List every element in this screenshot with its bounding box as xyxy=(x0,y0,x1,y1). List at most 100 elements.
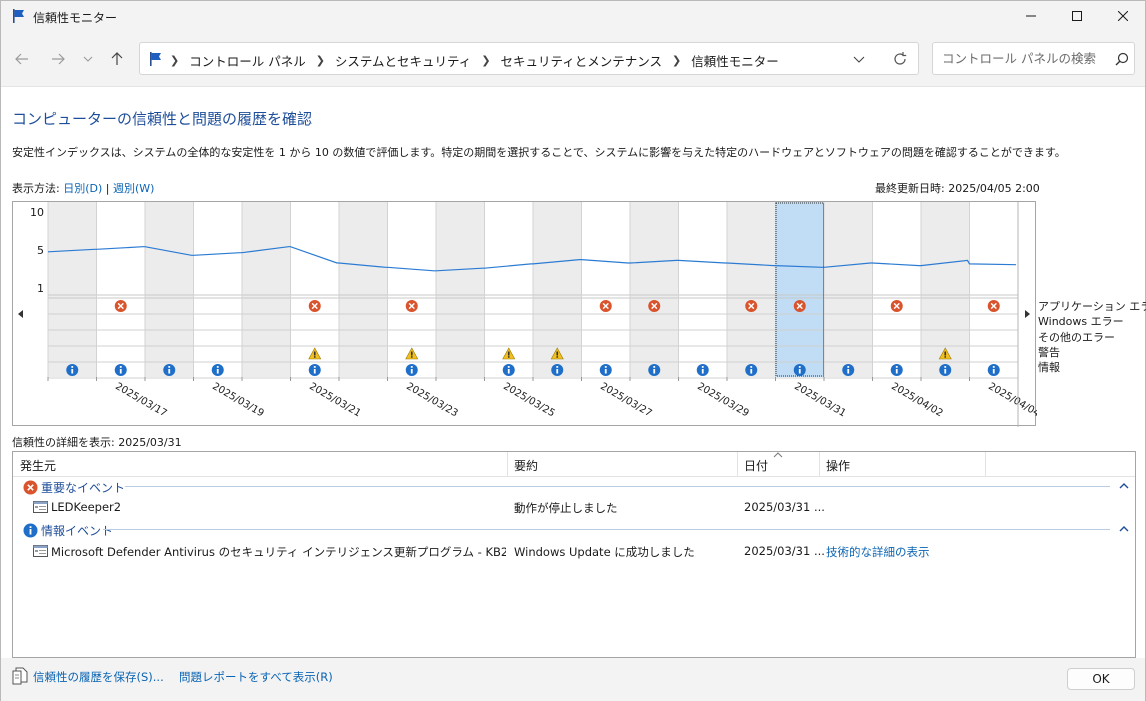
search-icon[interactable] xyxy=(1115,52,1129,66)
column-action[interactable]: 操作 xyxy=(826,457,850,474)
info-icon-mark xyxy=(313,369,316,374)
arrow-left-icon xyxy=(15,53,28,65)
info-icon-mark xyxy=(556,369,559,374)
view-weekly-link[interactable]: 週別(W) xyxy=(113,182,154,195)
title-bar: 信頼性モニター xyxy=(1,1,1145,31)
info-icon-mark xyxy=(119,366,122,368)
x-date-label: 2025/03/29 xyxy=(695,381,750,419)
info-icon-mark xyxy=(604,369,607,374)
reliability-chart-svg: 10 5 1 2025/03/17 2025/03/19 2025/03/21 2025/0… xyxy=(18,202,1037,427)
address-dropdown-icon[interactable] xyxy=(852,52,866,66)
day-column xyxy=(242,202,291,377)
legend-other-errors: その他のエラー xyxy=(1038,330,1115,344)
column-divider[interactable] xyxy=(737,452,738,476)
legend-warnings: 警告 xyxy=(1038,345,1060,359)
info-icon-mark xyxy=(71,366,74,368)
y-tick-label: 10 xyxy=(30,206,44,219)
group-info-events[interactable]: 情報イベント xyxy=(23,522,113,539)
legend-windows-errors: Windows エラー xyxy=(1038,315,1124,329)
navigation-bar: ❯ コントロール パネル ❯ システムとセキュリティ ❯ セキュリティとメンテナ… xyxy=(1,31,1145,87)
scroll-right-icon[interactable] xyxy=(1025,310,1030,318)
info-icon-mark xyxy=(750,369,753,374)
x-date-label: 2025/03/23 xyxy=(404,381,459,419)
view-mode-label: 表示方法: xyxy=(12,182,60,195)
day-column xyxy=(145,202,194,377)
info-icon-mark xyxy=(119,369,122,374)
view-daily-link[interactable]: 日別(D) xyxy=(63,182,102,195)
column-divider[interactable] xyxy=(819,452,820,476)
table-header: 発生元 要約 日付 操作 xyxy=(13,452,1135,477)
info-icon-mark xyxy=(847,369,850,374)
row-source: Microsoft Defender Antivirus のセキュリティ インテ… xyxy=(51,545,506,559)
close-icon xyxy=(1118,11,1128,21)
day-column xyxy=(436,202,485,377)
info-icon-mark xyxy=(168,366,171,368)
day-column xyxy=(193,202,242,377)
x-date-label: 2025/03/17 xyxy=(113,381,168,419)
legend-app-errors: アプリケーション エラー xyxy=(1038,300,1146,313)
search-box[interactable] xyxy=(932,42,1135,75)
chevron-right-icon: ❯ xyxy=(170,54,180,67)
save-history-link[interactable]: 信頼性の履歴を保存(S)... xyxy=(33,669,164,685)
info-icon-mark xyxy=(71,369,74,374)
chevron-down-icon xyxy=(83,56,93,62)
x-date-label: 2025/03/19 xyxy=(210,381,265,419)
address-bar[interactable]: ❯ コントロール パネル ❯ システムとセキュリティ ❯ セキュリティとメンテナ… xyxy=(139,42,919,75)
day-column xyxy=(339,202,388,377)
day-column xyxy=(678,202,727,377)
info-icon-mark xyxy=(216,366,219,368)
breadcrumb-reliability-monitor[interactable]: 信頼性モニター xyxy=(691,51,779,70)
row-date: 2025/03/31 ... xyxy=(744,544,825,558)
ok-button[interactable]: OK xyxy=(1067,668,1135,690)
info-icon-mark xyxy=(604,366,607,368)
info-icon-mark xyxy=(168,369,171,374)
column-divider[interactable] xyxy=(507,452,508,476)
save-document-icon xyxy=(12,667,28,685)
maximize-button[interactable] xyxy=(1054,1,1100,31)
warning-icon-mark xyxy=(507,356,510,358)
day-column xyxy=(824,202,873,377)
scroll-left-icon[interactable] xyxy=(18,310,23,318)
chevron-right-icon: ❯ xyxy=(315,54,325,67)
search-input[interactable] xyxy=(942,51,1112,66)
error-icon xyxy=(23,480,38,495)
back-button[interactable] xyxy=(11,48,33,70)
group-title: 重要なイベント xyxy=(41,481,126,495)
warning-icon-mark xyxy=(410,351,413,356)
breadcrumb-security-maintenance[interactable]: セキュリティとメンテナンス xyxy=(501,51,663,70)
info-icon-mark xyxy=(410,366,413,368)
info-icon-mark xyxy=(410,369,413,374)
group-critical-events[interactable]: 重要なイベント xyxy=(23,479,125,496)
table-row[interactable]: Microsoft Defender Antivirus のセキュリティ インテ… xyxy=(13,541,1135,561)
x-date-label: 2025/03/21 xyxy=(307,381,362,419)
refresh-icon[interactable] xyxy=(892,51,908,67)
column-source[interactable]: 発生元 xyxy=(20,457,56,474)
y-tick-label: 1 xyxy=(37,282,44,295)
row-action-technical-details-link[interactable]: 技術的な詳細の表示 xyxy=(826,544,930,560)
breadcrumb-control-panel[interactable]: コントロール パネル xyxy=(189,51,305,70)
info-icon-mark xyxy=(313,366,316,368)
collapse-icon[interactable] xyxy=(1119,525,1129,532)
info-icon-mark xyxy=(944,369,947,374)
info-icon-mark xyxy=(798,369,801,374)
column-summary[interactable]: 要約 xyxy=(514,457,538,474)
chart-legend: アプリケーション エラー Windows エラー その他のエラー 警告 情報 xyxy=(1038,299,1146,375)
info-icon-mark xyxy=(701,366,704,368)
minimize-button[interactable] xyxy=(1008,1,1054,31)
column-divider[interactable] xyxy=(985,452,986,476)
view-all-reports-link[interactable]: 問題レポートをすべて表示(R) xyxy=(179,669,333,685)
column-date[interactable]: 日付 xyxy=(744,457,768,474)
day-column xyxy=(48,202,97,377)
table-row[interactable]: LEDKeeper2 動作が停止しました 2025/03/31 ... xyxy=(13,497,1135,517)
up-button[interactable] xyxy=(106,48,128,70)
forward-button[interactable] xyxy=(47,48,69,70)
warning-icon-mark xyxy=(944,351,947,356)
application-icon xyxy=(33,501,48,513)
breadcrumb-system-security[interactable]: システムとセキュリティ xyxy=(335,51,471,70)
page-title: コンピューターの信頼性と問題の履歴を確認 xyxy=(12,110,313,128)
recent-locations-button[interactable] xyxy=(77,48,99,70)
info-icon-mark xyxy=(992,369,995,374)
close-button[interactable] xyxy=(1100,1,1146,31)
collapse-icon[interactable] xyxy=(1119,482,1129,489)
view-mode-selector: 表示方法: 日別(D) | 週別(W) xyxy=(12,180,154,196)
